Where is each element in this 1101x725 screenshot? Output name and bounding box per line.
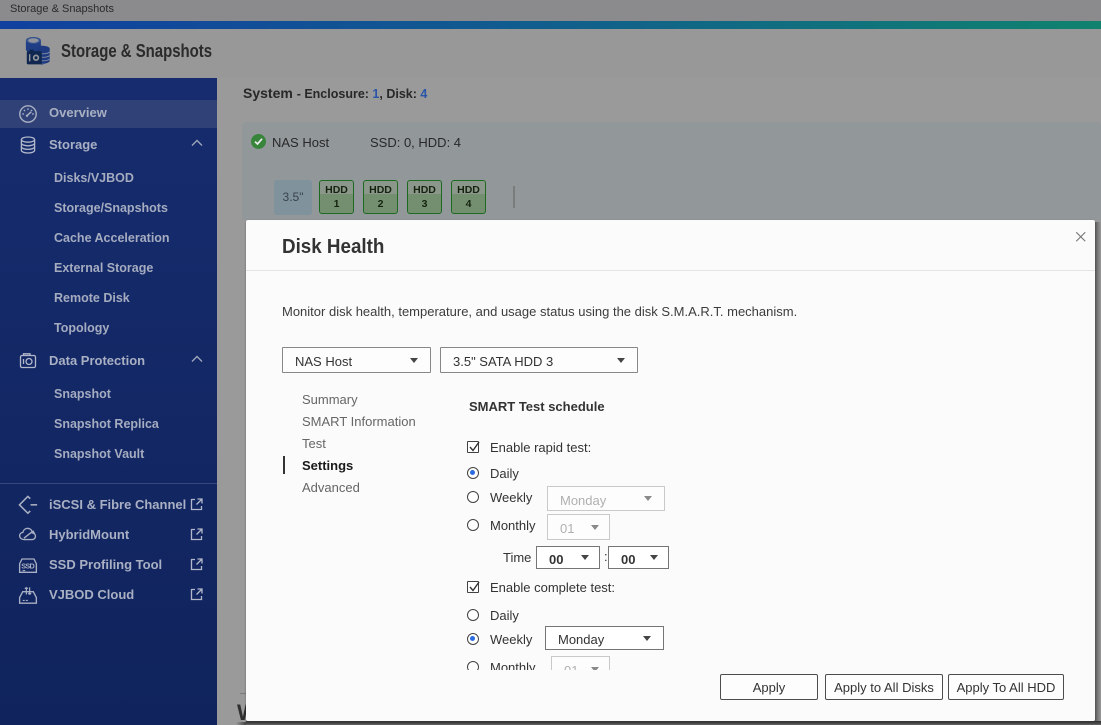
svg-text:SSD: SSD	[21, 561, 34, 570]
